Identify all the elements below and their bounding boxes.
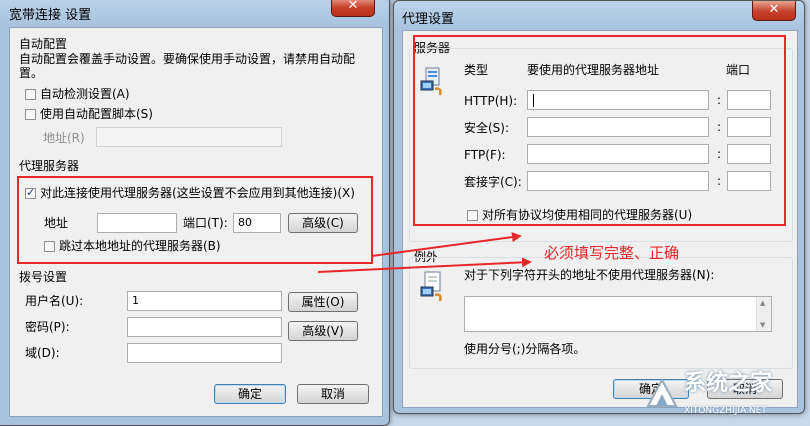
watermark-logo-icon [646,377,678,407]
watermark: 系统之家 XITONGZHIJIA.NET [644,370,804,422]
annotation-arrows [317,232,532,273]
annotation-text: 必须填写完整、正确 [544,244,680,262]
arrow-from-proxy [317,257,532,273]
watermark-url: XITONGZHIJIA.NET [684,406,767,416]
watermark-brand: 系统之家 [684,371,773,396]
arrow-to-servers [371,232,522,257]
